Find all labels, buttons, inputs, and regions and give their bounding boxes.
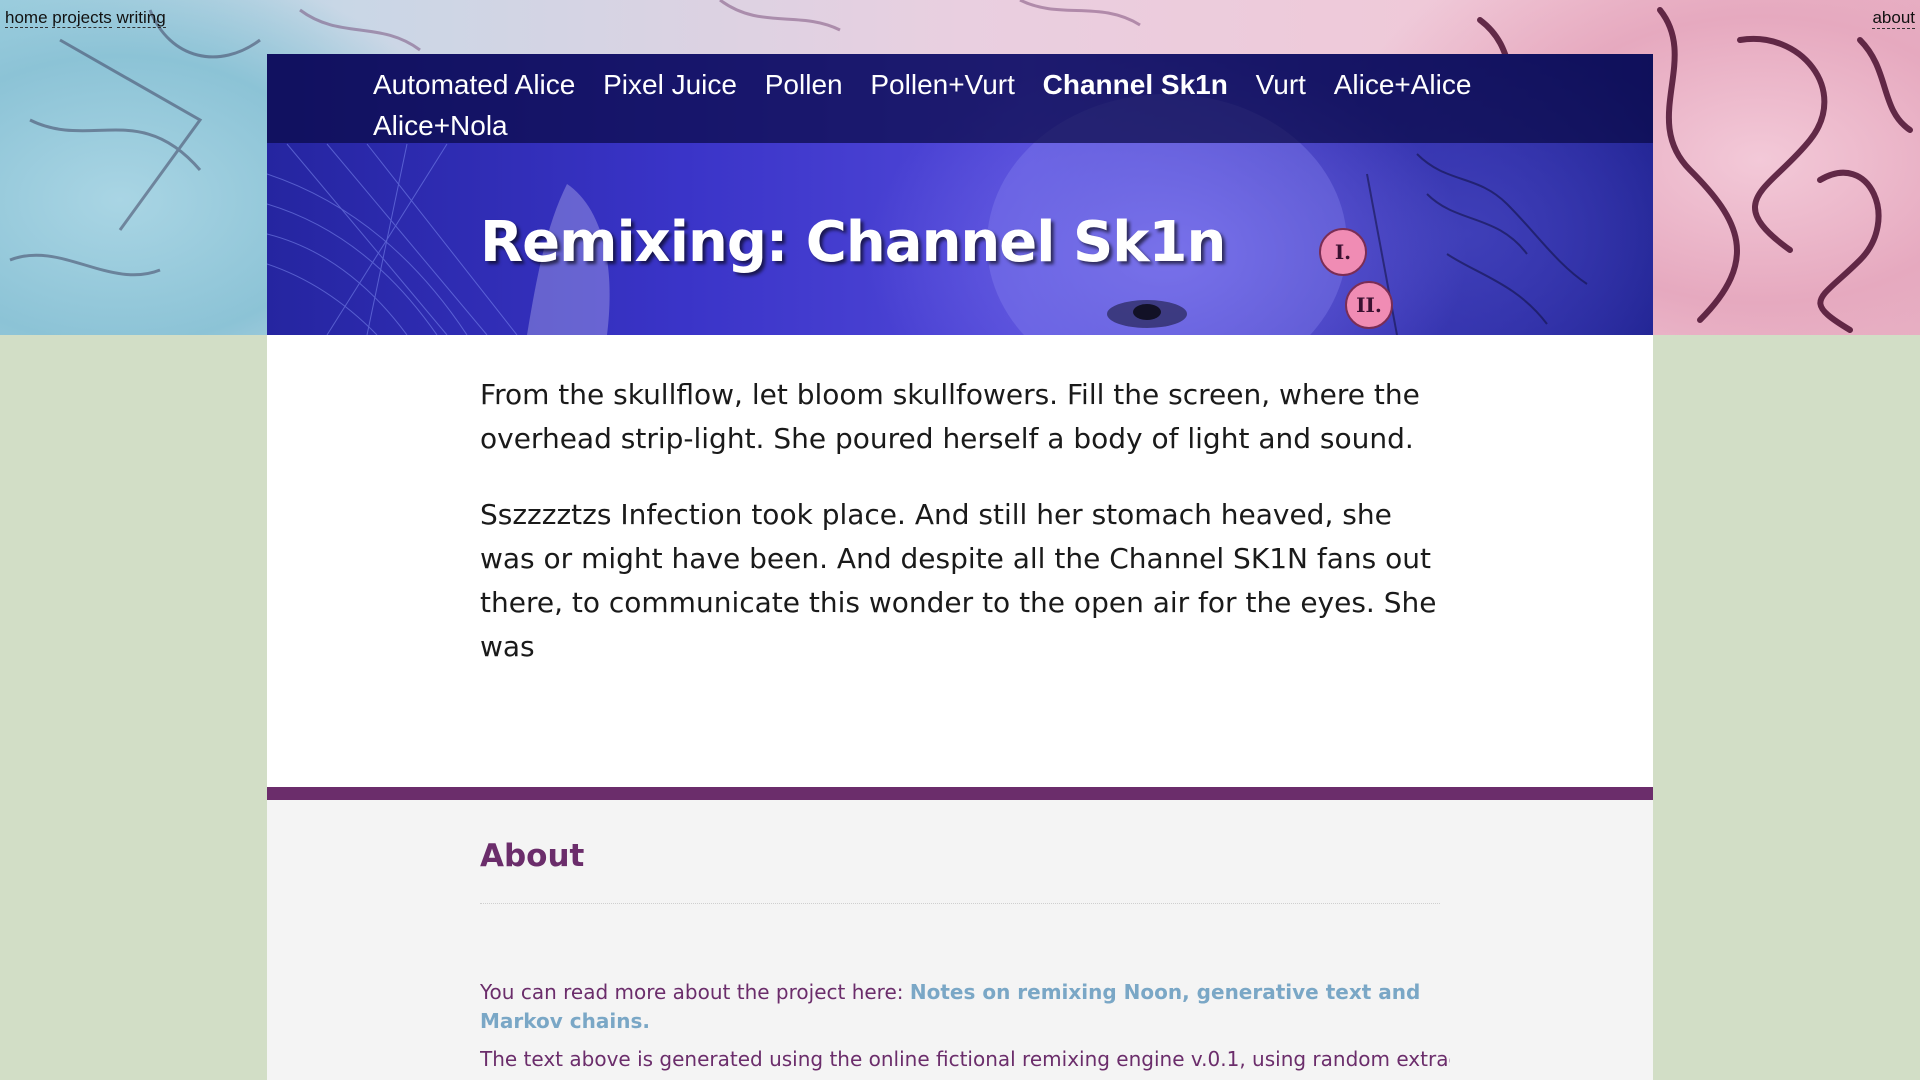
about-divider <box>480 903 1440 904</box>
project-nav-item[interactable]: Alice+Nola <box>373 105 508 146</box>
project-nav-item[interactable]: Automated Alice <box>373 64 575 105</box>
page-title: Remixing: Channel Sk1n <box>480 210 1226 275</box>
part-two-badge[interactable]: II. <box>1345 281 1393 329</box>
top-nav: home projects writing <box>5 8 166 28</box>
about-heading: About <box>480 838 585 874</box>
generated-paragraph: Sszzzztzs Infection took place. And stil… <box>480 498 1437 663</box>
project-nav-item[interactable]: Pollen <box>765 64 843 105</box>
project-nav-item[interactable]: Pixel Juice <box>603 64 737 105</box>
project-nav-item-active[interactable]: Channel Sk1n <box>1043 64 1228 105</box>
top-nav-projects-link[interactable]: projects <box>52 8 112 28</box>
hero-banner: Automated Alice Pixel Juice Pollen Polle… <box>267 54 1653 335</box>
project-nav-item[interactable]: Vurt <box>1256 64 1306 105</box>
main-column: Automated Alice Pixel Juice Pollen Polle… <box>267 54 1653 1080</box>
part-one-badge[interactable]: I. <box>1319 228 1367 276</box>
project-nav-item[interactable]: Alice+Alice <box>1334 64 1472 105</box>
about-paragraph-text: You can read more about the project here… <box>480 980 910 1004</box>
generated-text: From the skullflow, let bloom skullfower… <box>480 373 1440 701</box>
generated-paragraph: From the skullflow, let bloom skullfower… <box>480 378 1420 455</box>
about-section: About You can read more about the projec… <box>267 787 1653 1080</box>
top-nav-writing-link[interactable]: writing <box>116 8 166 28</box>
top-nav-about-link[interactable]: about <box>1872 8 1915 29</box>
project-nav-item[interactable]: Pollen+Vurt <box>870 64 1015 105</box>
about-paragraph: You can read more about the project here… <box>480 978 1450 1036</box>
about-engine-paragraph: The text above is generated using the on… <box>480 1047 1450 1071</box>
top-nav-home-link[interactable]: home <box>5 8 48 28</box>
project-nav: Automated Alice Pixel Juice Pollen Polle… <box>267 54 1653 143</box>
